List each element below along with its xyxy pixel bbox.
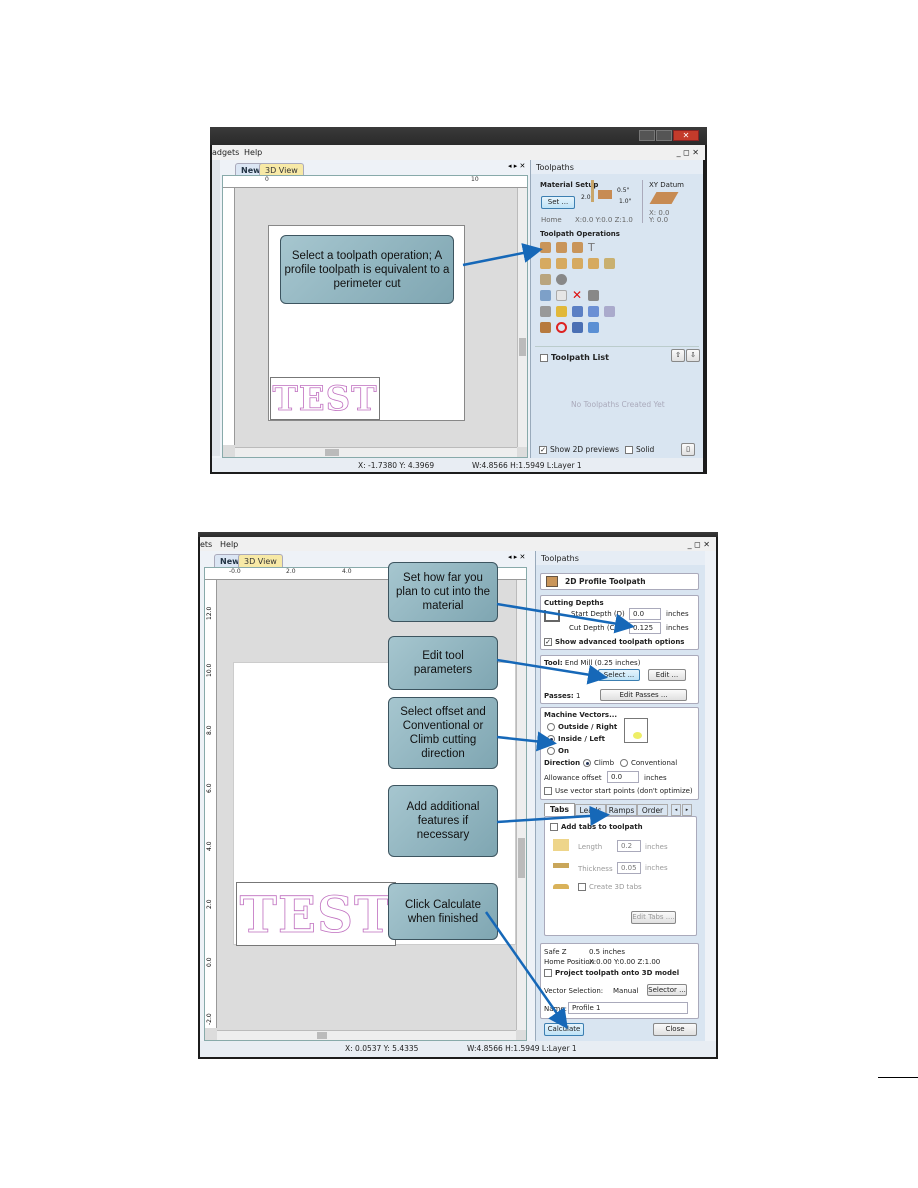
arrow-to-calculate [484, 911, 568, 1030]
arrow-to-select-tool [496, 658, 608, 685]
arrow-to-cut-depth [496, 602, 635, 634]
arrow-to-leads-tab [496, 805, 610, 826]
annotation-arrows [462, 243, 635, 1030]
page-number-rule [878, 1077, 918, 1078]
arrow-to-operations [462, 243, 543, 267]
arrow-to-inside-left [496, 731, 557, 752]
